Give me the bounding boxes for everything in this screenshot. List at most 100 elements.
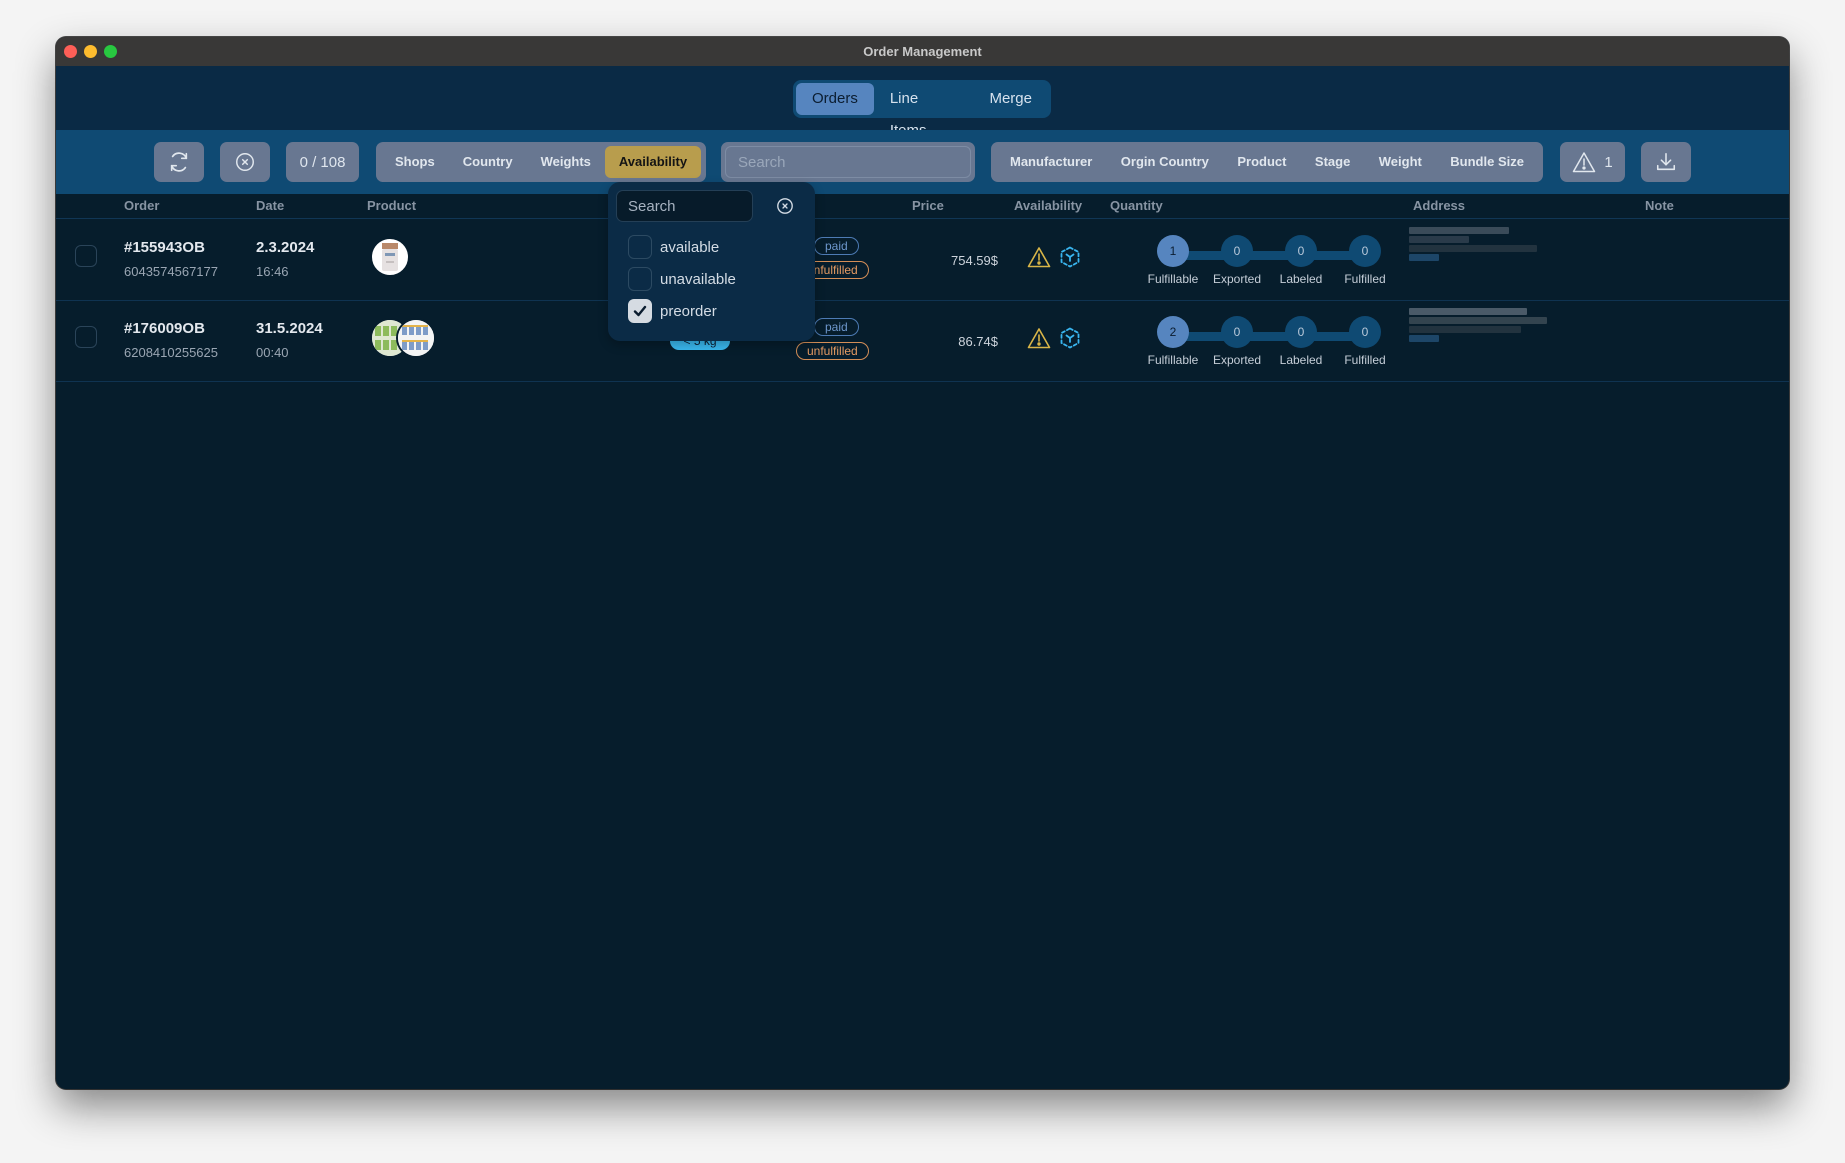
order-date: 2.3.2024	[256, 239, 315, 256]
order-time: 00:40	[256, 345, 289, 360]
app-window: Order Management Orders Line Items Merge…	[56, 37, 1789, 1089]
step-count: 0	[1221, 235, 1253, 267]
filter-origin-country[interactable]: Orgin Country	[1107, 146, 1223, 178]
view-tabs: Orders Line Items Merge	[793, 80, 1051, 139]
product-thumbnail[interactable]	[396, 318, 436, 358]
step-exported: 0 Exported	[1205, 235, 1269, 286]
preorder-cube-icon[interactable]	[1059, 327, 1081, 349]
option-available[interactable]: available	[628, 235, 719, 259]
filter-stage[interactable]: Stage	[1301, 146, 1364, 178]
filter-shops[interactable]: Shops	[381, 146, 449, 178]
clear-selection-button[interactable]	[220, 142, 270, 182]
filter-manufacturer[interactable]: Manufacturer	[996, 146, 1106, 178]
payment-status-badge: paid	[814, 318, 859, 336]
step-fulfillable: 2 Fulfillable	[1141, 316, 1205, 367]
option-label: unavailable	[660, 270, 736, 288]
step-label: Fulfillable	[1147, 353, 1199, 367]
fulfillment-status-badge: unfulfilled	[796, 342, 869, 360]
preorder-cube-icon[interactable]	[1059, 246, 1081, 268]
step-label: Exported	[1212, 353, 1262, 367]
row-checkbox[interactable]	[75, 326, 97, 348]
step-exported: 0 Exported	[1205, 316, 1269, 367]
step-count: 0	[1285, 235, 1317, 267]
tab-merge[interactable]: Merge	[973, 83, 1048, 115]
step-count: 0	[1285, 316, 1317, 348]
step-fulfillable: 1 Fulfillable	[1141, 235, 1205, 286]
order-price: 86.74$	[958, 334, 998, 349]
refresh-button[interactable]	[154, 142, 204, 182]
step-label: Fulfillable	[1147, 272, 1199, 286]
availability-dropdown: available unavailable preorder	[608, 182, 815, 341]
download-button[interactable]	[1641, 142, 1691, 182]
table-row[interactable]: #176009OB 6208410255625 31.5.2024 00:40 …	[56, 300, 1789, 382]
column-address[interactable]: Address	[1413, 198, 1465, 213]
filter-group-right: Manufacturer Orgin Country Product Stage…	[991, 142, 1543, 182]
step-count: 0	[1221, 316, 1253, 348]
step-count: 2	[1157, 316, 1189, 348]
preorder-checkbox[interactable]	[628, 299, 652, 323]
step-labeled: 0 Labeled	[1269, 316, 1333, 367]
window-title: Order Management	[863, 44, 982, 59]
clear-search-icon[interactable]	[776, 197, 794, 215]
filter-availability[interactable]: Availability	[604, 146, 702, 178]
tab-orders[interactable]: Orders	[796, 83, 874, 115]
step-label: Fulfilled	[1344, 353, 1386, 367]
step-label: Labeled	[1279, 353, 1323, 367]
step-count: 0	[1349, 235, 1381, 267]
filter-weight[interactable]: Weight	[1365, 146, 1436, 178]
tab-line-items[interactable]: Line Items	[874, 83, 974, 139]
column-availability[interactable]: Availability	[1014, 198, 1082, 213]
quantity-stepper: 2 Fulfillable 0 Exported 0 Labeled 0 Fulfill…	[1141, 316, 1401, 376]
filter-toolbar: 0 / 108 Shops Country Weights Availabili…	[56, 130, 1789, 194]
product-thumbnail[interactable]	[370, 237, 410, 277]
availability-search-input[interactable]	[616, 190, 753, 222]
column-quantity[interactable]: Quantity	[1110, 198, 1163, 213]
filter-group-left: Shops Country Weights Availability	[376, 142, 706, 182]
option-unavailable[interactable]: unavailable	[628, 267, 736, 291]
option-label: preorder	[660, 302, 717, 320]
checkmark-icon	[633, 305, 647, 317]
order-date: 31.5.2024	[256, 320, 323, 337]
address-redacted	[1409, 225, 1549, 295]
filter-product[interactable]: Product	[1223, 146, 1300, 178]
search-input[interactable]	[725, 146, 971, 178]
step-count: 0	[1349, 316, 1381, 348]
available-checkbox[interactable]	[628, 235, 652, 259]
search-box	[721, 142, 975, 182]
column-price[interactable]: Price	[912, 198, 944, 213]
order-number[interactable]: #155943OB	[124, 239, 205, 256]
row-checkbox[interactable]	[75, 245, 97, 267]
step-labeled: 0 Labeled	[1269, 235, 1333, 286]
top-navigation: Orders Line Items Merge	[56, 66, 1789, 139]
option-preorder[interactable]: preorder	[628, 299, 717, 323]
column-product[interactable]: Product	[367, 198, 416, 213]
filter-weights[interactable]: Weights	[527, 146, 605, 178]
order-number[interactable]: #176009OB	[124, 320, 205, 337]
step-fulfilled: 0 Fulfilled	[1333, 235, 1397, 286]
table-row[interactable]: #155943OB 6043574567177 2.3.2024 16:46 p…	[56, 219, 1789, 301]
address-redacted	[1409, 306, 1549, 376]
warning-icon	[1573, 152, 1596, 173]
option-label: available	[660, 238, 720, 256]
product-pack-image	[398, 320, 434, 356]
order-price: 754.59$	[951, 253, 998, 268]
download-icon	[1656, 152, 1676, 171]
column-order[interactable]: Order	[124, 198, 159, 213]
column-note[interactable]: Note	[1645, 198, 1674, 213]
warning-icon[interactable]	[1027, 327, 1051, 349]
filter-country[interactable]: Country	[449, 146, 527, 178]
step-fulfilled: 0 Fulfilled	[1333, 316, 1397, 367]
filter-bundle-size[interactable]: Bundle Size	[1436, 146, 1538, 178]
order-time: 16:46	[256, 264, 289, 279]
unavailable-checkbox[interactable]	[628, 267, 652, 291]
refresh-icon	[170, 152, 188, 172]
title-bar: Order Management	[56, 37, 1789, 66]
warnings-button[interactable]: 1	[1560, 142, 1625, 182]
warning-icon[interactable]	[1027, 246, 1051, 268]
table-header: Order Date Product Price Availability Qu…	[56, 194, 1789, 219]
order-id: 6043574567177	[124, 264, 218, 279]
quantity-stepper: 1 Fulfillable 0 Exported 0 Labeled 0 Fulfill…	[1141, 235, 1401, 295]
clear-circle-x-icon	[236, 153, 254, 171]
step-label: Exported	[1212, 272, 1262, 286]
column-date[interactable]: Date	[256, 198, 284, 213]
